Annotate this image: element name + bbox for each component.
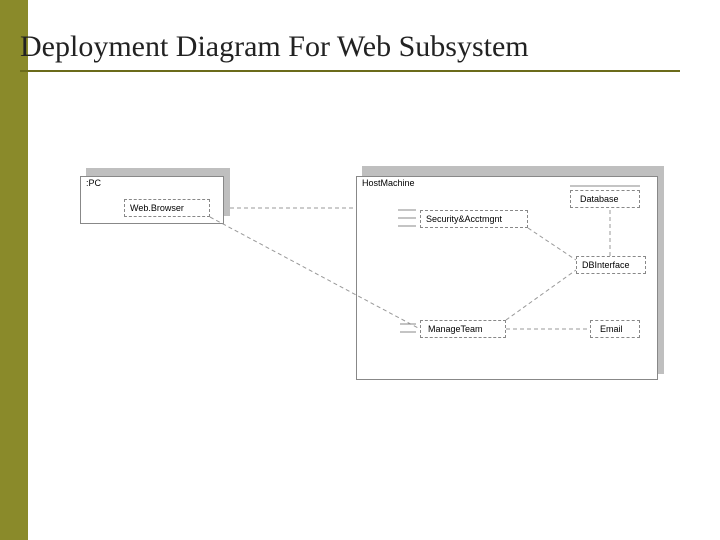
node-pc-label: :PC xyxy=(86,178,101,188)
component-dbinterface-label: DBInterface xyxy=(582,260,630,270)
node-host-shadow-top xyxy=(362,166,660,176)
diagram-canvas: :PC HostMachine Web.Browser Security&Acc… xyxy=(0,0,720,540)
component-web-browser-label: Web.Browser xyxy=(130,203,184,213)
node-host-label: HostMachine xyxy=(362,178,415,188)
slide: Deployment Diagram For Web Subsystem :PC… xyxy=(0,0,720,540)
component-database-label: Database xyxy=(580,194,619,204)
component-security-label: Security&Acctmgnt xyxy=(426,214,502,224)
component-email-label: Email xyxy=(600,324,623,334)
component-manageteam-label: ManageTeam xyxy=(428,324,483,334)
